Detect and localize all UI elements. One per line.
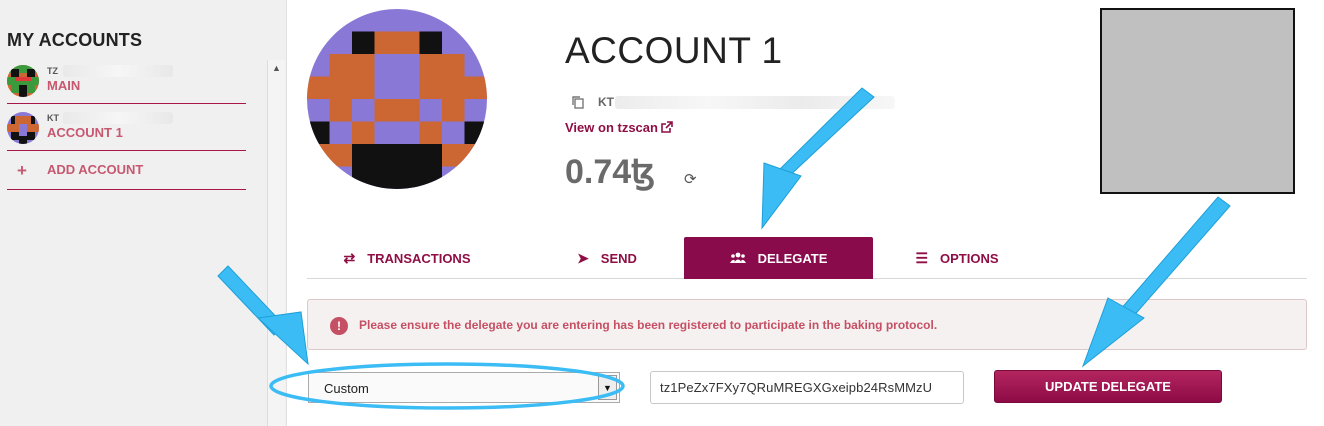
tab-label: DELEGATE: [757, 250, 828, 266]
account-avatar: [7, 65, 39, 97]
accounts-sidebar: MY ACCOUNTS TZ MAIN KT ACCOUNT 1 + ADD A…: [0, 0, 287, 426]
users-icon: [729, 250, 746, 266]
add-account-button[interactable]: + ADD ACCOUNT: [7, 152, 246, 190]
redacted-image-placeholder: [1100, 8, 1295, 194]
delegate-type-select[interactable]: Custom ▼: [308, 372, 620, 403]
view-on-tzscan-link[interactable]: View on tzscan: [565, 120, 673, 135]
external-link-icon: [661, 121, 673, 133]
sidebar-item-account-1[interactable]: KT ACCOUNT 1: [7, 107, 246, 151]
tab-label: OPTIONS: [940, 250, 999, 266]
tab-send[interactable]: ➤ SEND: [537, 237, 677, 279]
delegate-address-input[interactable]: [650, 371, 964, 404]
sidebar-item-main[interactable]: TZ MAIN: [7, 60, 246, 104]
sidebar-title: MY ACCOUNTS: [7, 30, 143, 50]
annotation-arrow-to-delegate-tab: [761, 87, 875, 230]
tab-label: SEND: [600, 250, 637, 266]
chevron-down-icon[interactable]: ▼: [598, 375, 617, 400]
account-name: ACCOUNT 1: [47, 125, 123, 140]
add-account-label: ADD ACCOUNT: [47, 162, 144, 177]
account-tabs: ⇄ TRANSACTIONS ➤ SEND DELEGATE ☰ OPTIONS: [307, 237, 1307, 279]
tab-delegate[interactable]: DELEGATE: [684, 237, 873, 279]
account-address-redacted: [63, 65, 173, 77]
account-balance: 0.74ꜩ: [565, 153, 656, 191]
refresh-icon[interactable]: ⟳: [684, 170, 697, 188]
tzscan-link-label: View on tzscan: [565, 120, 658, 135]
account-name: MAIN: [47, 78, 81, 93]
alert-message: Please ensure the delegate you are enter…: [359, 318, 938, 332]
page-title: ACCOUNT 1: [565, 30, 783, 71]
scroll-up-icon[interactable]: ▲: [272, 63, 281, 73]
account-identicon: [307, 9, 487, 189]
account-address-redacted: [615, 96, 895, 109]
sliders-icon: ☰: [915, 249, 929, 266]
sidebar-scrollbar[interactable]: ▲: [267, 60, 285, 426]
account-address-prefix: KT: [598, 95, 614, 109]
tab-options[interactable]: ☰ OPTIONS: [887, 237, 1027, 279]
tab-transactions[interactable]: ⇄ TRANSACTIONS: [307, 237, 507, 279]
tab-label: TRANSACTIONS: [367, 250, 471, 266]
select-value: Custom: [324, 381, 369, 396]
account-address-prefix: KT: [47, 113, 59, 123]
app-window: MY ACCOUNTS TZ MAIN KT ACCOUNT 1 + ADD A…: [0, 0, 1324, 426]
update-delegate-button[interactable]: UPDATE DELEGATE: [994, 370, 1222, 403]
plus-icon: +: [17, 161, 27, 180]
copy-icon[interactable]: [572, 96, 584, 109]
exclamation-icon: !: [330, 317, 348, 335]
paper-plane-icon: ➤: [577, 249, 589, 266]
delegate-warning-alert: ! Please ensure the delegate you are ent…: [307, 299, 1307, 350]
account-address-prefix: TZ: [47, 66, 58, 76]
account-address-redacted: [63, 112, 173, 124]
transfer-arrows-icon: ⇄: [343, 249, 356, 266]
account-avatar: [7, 112, 39, 144]
